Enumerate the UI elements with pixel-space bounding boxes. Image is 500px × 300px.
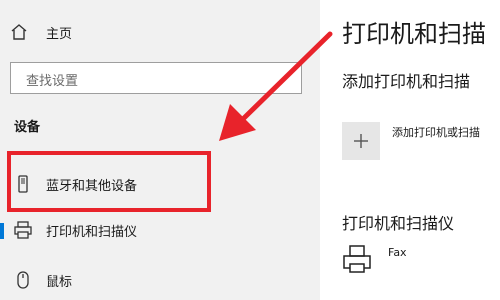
printer-icon (14, 221, 32, 239)
search-input[interactable]: 查找设置 (10, 62, 302, 94)
search-placeholder: 查找设置 (26, 74, 79, 89)
home-label: 主页 (46, 26, 73, 42)
sidebar-item-label: 蓝牙和其他设备 (46, 178, 138, 194)
page-title: 打印机和扫描 (342, 20, 486, 48)
printers-section-title: 打印机和扫描仪 (342, 214, 455, 233)
selected-indicator (0, 223, 4, 239)
add-printer-button[interactable] (342, 122, 380, 160)
add-printer-link[interactable]: 添加打印机或扫描 (392, 124, 480, 140)
add-section-title: 添加打印机和扫描 (342, 72, 471, 91)
settings-sidebar: 主页 查找设置 设备 蓝牙和其他设备 打印机和扫描仪 鼠标 (0, 0, 320, 300)
printer-name[interactable]: Fax (388, 246, 407, 259)
sidebar-item-bluetooth[interactable]: 蓝牙和其他设备 (0, 166, 320, 202)
nav-home[interactable]: 主页 (10, 18, 72, 46)
sidebar-item-mouse[interactable]: 鼠标 (0, 262, 320, 298)
sidebar-item-printers[interactable]: 打印机和扫描仪 (0, 212, 320, 248)
section-title-devices: 设备 (14, 120, 41, 135)
home-icon (11, 24, 27, 40)
fax-icon (343, 245, 371, 273)
sidebar-item-label: 鼠标 (46, 274, 73, 290)
main-content: 打印机和扫描 添加打印机和扫描 添加打印机或扫描 打印机和扫描仪 Fax (320, 0, 500, 300)
bluetooth-device-icon (14, 175, 32, 193)
sidebar-item-label: 打印机和扫描仪 (46, 224, 138, 240)
plus-icon (354, 134, 368, 148)
mouse-icon (14, 271, 32, 289)
